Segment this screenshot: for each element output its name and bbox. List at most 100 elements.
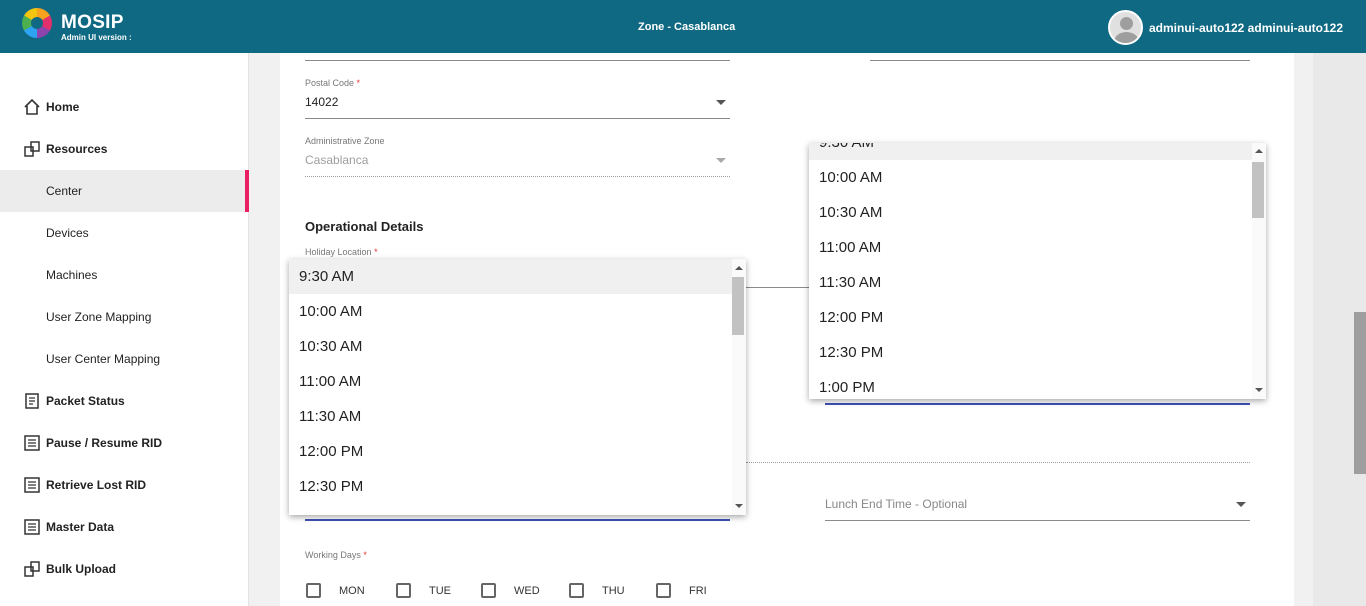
sidebar: Home Resources Center Devices Machines U… [0,53,249,606]
field-underline [305,118,730,119]
time-option[interactable]: 12:00 PM [289,434,746,469]
checkbox-label: TUE [429,584,451,597]
sidebar-item-resources[interactable]: Resources [0,128,249,170]
time-option[interactable]: 11:30 AM [289,399,746,434]
sidebar-item-label: Master Data [46,520,115,534]
field-underline-disabled [305,176,730,177]
sidebar-item-label: Center [46,184,83,198]
time-option[interactable]: 9:30 AM [809,143,1266,160]
time-field-focus-line [305,519,730,521]
checkbox-label: FRI [689,584,707,597]
time-option[interactable]: 10:30 AM [289,329,746,364]
sidebar-item-label: User Center Mapping [46,352,161,366]
sidebar-item-label: User Zone Mapping [46,310,152,324]
time-dropdown-left[interactable]: 9:30 AM 10:00 AM 10:30 AM 11:00 AM 11:30… [289,259,746,515]
sidebar-item-label: Machines [46,268,98,282]
zone-label: Zone - Casablanca [638,21,736,33]
field-underline-disabled [746,462,1250,463]
time-option[interactable]: 9:30 AM [289,259,746,294]
checkbox-box[interactable] [396,583,411,598]
time-option[interactable]: 10:00 AM [809,160,1266,195]
admin-zone-label: Administrative Zone [305,136,385,146]
postal-code-label: Postal Code * [305,78,361,88]
scroll-down-icon[interactable] [735,504,743,508]
checkbox-fri[interactable]: FRI [656,583,707,598]
checkbox-tue[interactable]: TUE [396,583,451,598]
sidebar-item-bulk-upload[interactable]: Bulk Upload [0,548,249,590]
resources-icon [24,141,40,157]
holiday-location-label: Holiday Location * [305,247,378,257]
checkbox-box[interactable] [306,583,321,598]
sidebar-item-label: Home [46,100,80,114]
time-option[interactable]: 11:00 AM [809,230,1266,265]
field-underline [746,287,809,288]
home-icon [24,98,40,115]
lunch-end-time-select[interactable]: Lunch End Time - Optional [825,497,967,511]
sidebar-item-label: Bulk Upload [46,562,117,576]
list-icon [24,477,40,493]
version-label: Admin UI version : [61,33,132,42]
sidebar-item-label: Devices [46,226,89,240]
checkbox-label: THU [602,584,625,597]
sidebar-item-devices[interactable]: Devices [0,212,249,254]
checkbox-label: MON [339,584,365,597]
dropdown-scrollbar-thumb[interactable] [1252,162,1264,218]
brand-name: MOSIP [61,12,124,33]
field-underline [870,60,1250,61]
time-option[interactable]: 11:30 AM [809,265,1266,300]
list-icon [24,519,40,535]
dropdown-scrollbar[interactable] [1252,143,1266,399]
checkbox-mon[interactable]: MON [306,583,365,598]
scroll-up-icon[interactable] [735,266,743,270]
section-title: Operational Details [305,219,424,234]
working-days-label: Working Days * [305,550,367,560]
sidebar-item-pause-resume-rid[interactable]: Pause / Resume RID [0,422,249,464]
time-option[interactable]: 10:00 AM [289,294,746,329]
chevron-down-icon[interactable] [1236,502,1246,507]
checkbox-box[interactable] [481,583,496,598]
checkbox-thu[interactable]: THU [569,583,625,598]
sidebar-item-center[interactable]: Center [0,170,249,212]
time-option[interactable]: 11:00 AM [289,364,746,399]
time-option[interactable]: 12:00 PM [809,300,1266,335]
sidebar-item-master-data[interactable]: Master Data [0,506,249,548]
time-option[interactable]: 12:30 PM [289,469,746,504]
upload-icon [24,561,40,577]
checkbox-box[interactable] [569,583,584,598]
scroll-down-icon[interactable] [1255,388,1263,392]
dropdown-scrollbar[interactable] [732,259,746,515]
scroll-up-icon[interactable] [1255,149,1263,153]
checkbox-box[interactable] [656,583,671,598]
checkbox-label: WED [514,584,540,597]
time-field-focus-line [825,403,1250,405]
username[interactable]: adminui-auto122 adminui-auto122 [1149,21,1343,35]
checkbox-wed[interactable]: WED [481,583,540,598]
sidebar-item-machines[interactable]: Machines [0,254,249,296]
page-scrollbar-thumb[interactable] [1354,312,1366,474]
packet-icon [25,393,39,409]
list-icon [24,435,40,451]
sidebar-item-label: Pause / Resume RID [46,436,163,450]
admin-zone-select: Casablanca [305,153,369,167]
sidebar-item-user-center-mapping[interactable]: User Center Mapping [0,338,249,380]
field-underline [825,520,1250,521]
sidebar-item-label: Retrieve Lost RID [46,478,147,492]
dropdown-scrollbar-thumb[interactable] [732,277,744,335]
app-header: MOSIP Admin UI version : Zone - Casablan… [0,0,1366,53]
time-option[interactable]: 10:30 AM [809,195,1266,230]
sidebar-item-packet-status[interactable]: Packet Status [0,380,249,422]
field-underline [305,60,730,61]
time-option[interactable]: 1:00 PM [809,370,1266,399]
sidebar-item-label: Resources [46,142,108,156]
sidebar-item-user-zone-mapping[interactable]: User Zone Mapping [0,296,249,338]
mosip-logo [22,8,52,38]
sidebar-item-home[interactable]: Home [0,86,249,128]
chevron-down-icon[interactable] [716,100,726,105]
postal-code-select[interactable]: 14022 [305,95,338,109]
sidebar-item-retrieve-lost-rid[interactable]: Retrieve Lost RID [0,464,249,506]
avatar[interactable] [1108,10,1143,45]
time-dropdown-right[interactable]: 9:30 AM 10:00 AM 10:30 AM 11:00 AM 11:30… [809,143,1266,399]
time-option[interactable]: 12:30 PM [809,335,1266,370]
sidebar-item-label: Packet Status [46,394,125,408]
chevron-down-icon [716,158,726,163]
